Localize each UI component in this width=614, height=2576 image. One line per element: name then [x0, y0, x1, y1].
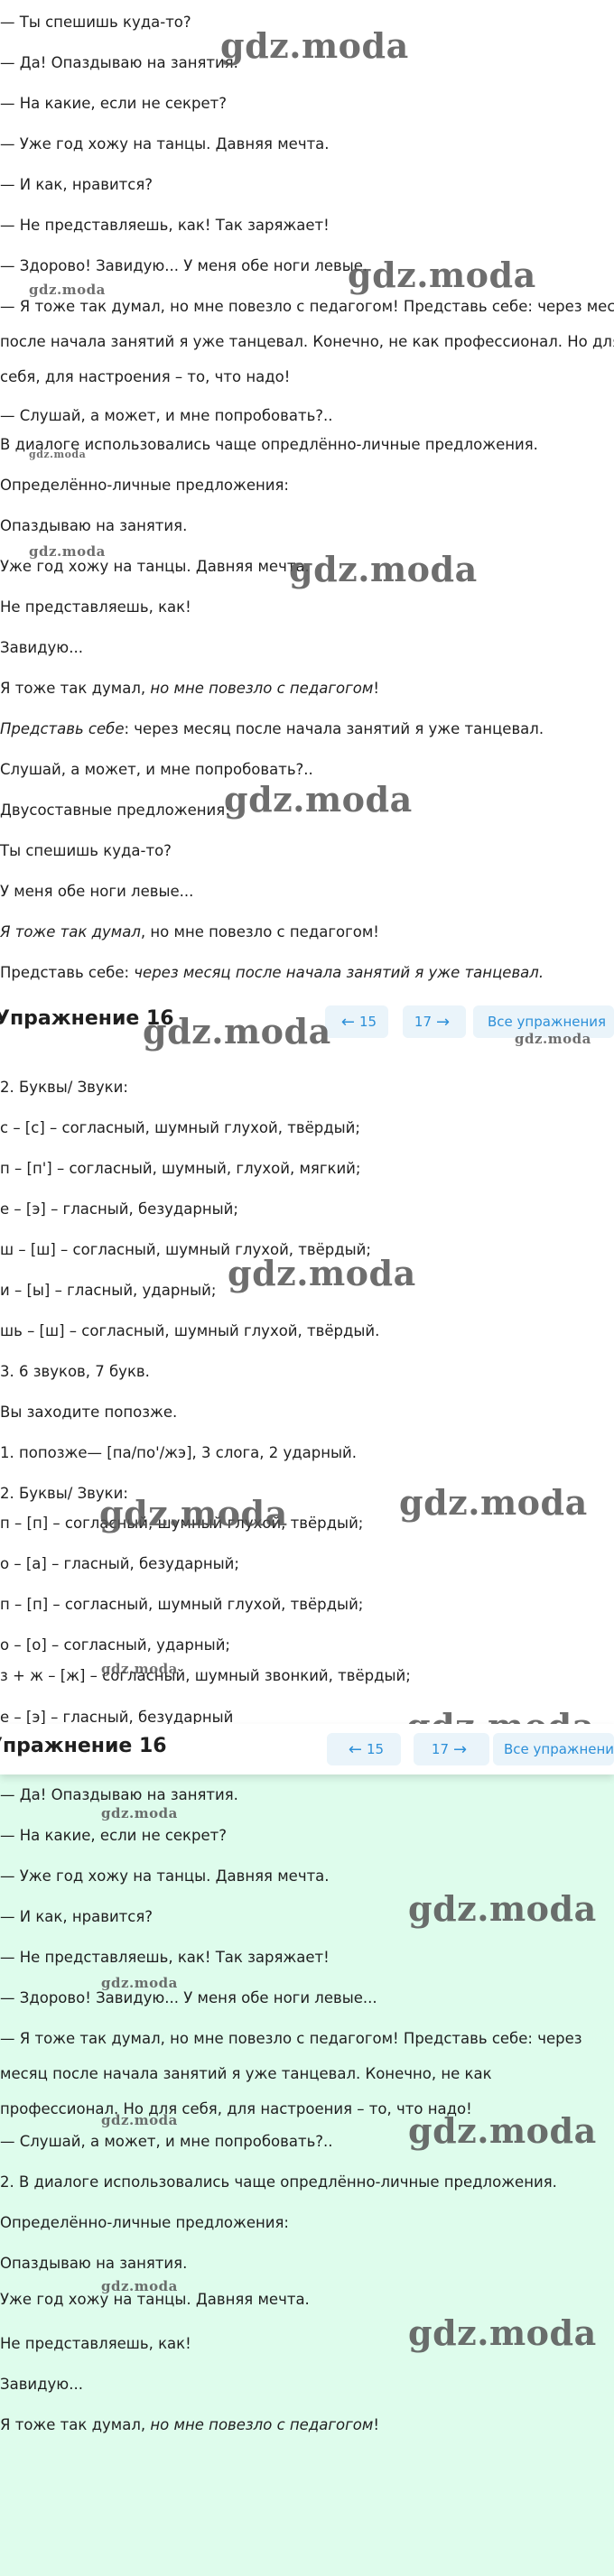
text-line: Представь себе: через месяц после начала… — [0, 964, 544, 981]
text-line: Вы заходите попозже. — [0, 1404, 178, 1421]
text-line: с – [с] – согласный, шумный глухой, твёр… — [0, 1119, 360, 1136]
text-line: себя, для настроения – то, что надо! — [0, 368, 291, 385]
text-line: Я тоже так думал, но мне повезло с педаг… — [0, 923, 379, 941]
text-line: Я тоже так думал, но мне повезло с педаг… — [0, 2416, 379, 2433]
text-line: — Да! Опаздываю на занятия. — [0, 1786, 238, 1803]
text-line: — Не представляешь, как! Так заряжает! — [0, 1949, 330, 1966]
text-line: — И как, нравится? — [0, 1908, 154, 1925]
prev-exercise-label: 15 — [367, 1741, 385, 1757]
prev-exercise-button[interactable]: ← 15 — [327, 1733, 401, 1765]
watermark: gdz.moda — [515, 1031, 591, 1047]
all-exercises-label: Все упражнения — [504, 1741, 614, 1757]
text-line: Представь себе: через месяц после начала… — [0, 720, 544, 737]
text-line: — На какие, если не секрет? — [0, 1827, 228, 1844]
next-exercise-label: 17 — [431, 1741, 449, 1757]
text-line: — Да! Опаздываю на занятия. — [0, 54, 238, 71]
text-line: — На какие, если не секрет? — [0, 95, 228, 112]
text-line: 1. попозже— [па/по'/жэ], 3 слога, 2 удар… — [0, 1444, 358, 1461]
watermark: gdz.moda — [143, 1011, 331, 1052]
watermark: gdz.moda — [101, 1805, 178, 1821]
text-line: 2. В диалоге использовались чаще опредлё… — [0, 2173, 557, 2191]
watermark: gdz.moda — [408, 1888, 597, 1929]
exercise-title: Упражнение 16 — [0, 1735, 167, 1757]
watermark: gdz.moda — [224, 779, 413, 820]
text-line: п – [п] – согласный, шумный глухой, твёр… — [0, 1596, 364, 1613]
text-line: профессионал. Но для себя, для настроени… — [0, 2100, 472, 2117]
watermark: gdz.moda — [408, 2110, 597, 2151]
watermark: gdz.moda — [29, 543, 106, 560]
text-line: после начала занятий я уже танцевал. Кон… — [0, 333, 614, 350]
next-exercise-button[interactable]: 17 → — [403, 1005, 466, 1038]
watermark: gdz.moda — [220, 25, 409, 66]
text-line: — Ты спешишь куда-то? — [0, 14, 191, 31]
text-line: — Я тоже так думал, но мне повезло с пед… — [0, 2030, 582, 2047]
watermark: gdz.moda — [289, 549, 478, 589]
text-line: — Уже год хожу на танцы. Давняя мечта. — [0, 1867, 330, 1885]
text-line: месяц после начала занятий я уже танцева… — [0, 2065, 492, 2082]
arrow-left-icon: ← — [340, 1012, 355, 1032]
solution-section-1: — Ты спешишь куда-то? — Да! Опаздываю на… — [0, 0, 614, 1013]
prev-exercise-button[interactable]: ← 15 — [325, 1005, 388, 1038]
text-line: Я тоже так думал, но мне повезло с педаг… — [0, 680, 379, 697]
text-line: Слушай, а может, и мне попробовать?.. — [0, 761, 313, 778]
text-line: — Здорово! Завидую... У меня обе ноги ле… — [0, 257, 368, 274]
text-line: о – [о] – согласный, ударный; — [0, 1636, 230, 1654]
watermark: gdz.moda — [101, 1661, 178, 1677]
text-line: з + ж – [ж] – согласный, шумный звонкий,… — [0, 1667, 411, 1684]
next-exercise-button[interactable]: 17 → — [414, 1733, 489, 1765]
text-line: Завидую... — [0, 639, 83, 656]
text-line: — И как, нравится? — [0, 176, 154, 193]
watermark: gdz.moda — [101, 2112, 178, 2128]
text-line: Не представляешь, как! — [0, 2335, 191, 2352]
text-line: п – [п'] – согласный, шумный, глухой, мя… — [0, 1160, 361, 1177]
text-line: шь – [ш] – согласный, шумный глухой, твё… — [0, 1322, 380, 1339]
text-line: Завидую... — [0, 2376, 83, 2393]
watermark: gdz.moda — [408, 2312, 597, 2353]
text-line: — Слушай, а может, и мне попробовать?.. — [0, 2133, 333, 2150]
text-line: Уже год хожу на танцы. Давняя мечта. — [0, 558, 310, 575]
text-line: 2. Буквы/ Звуки: — [0, 1079, 128, 1096]
text-line: Не представляешь, как! — [0, 598, 191, 616]
solution-section-2: 2. Буквы/ Звуки: с – [с] – согласный, шу… — [0, 1013, 614, 1733]
watermark: gdz.moda — [99, 1493, 288, 1534]
watermark: gdz.moda — [101, 1975, 178, 1991]
exercise-nav-bar-2: Упражнение 16 ← 15 17 → Все упражнения — [0, 1724, 614, 1774]
text-line: Опаздываю на занятия. — [0, 2255, 188, 2272]
solution-section-3: — Да! Опаздываю на занятия. — На какие, … — [0, 1733, 614, 2576]
all-exercises-button[interactable]: Все упражнения — [493, 1733, 614, 1765]
all-exercises-label: Все упражнения — [488, 1014, 607, 1030]
watermark: gdz.moda — [348, 255, 536, 295]
text-line: У меня обе ноги левые... — [0, 883, 194, 900]
exercise-nav-bar-1: Упражнение 16 ← 15 17 → Все упражнения gdz… — [0, 996, 614, 1052]
watermark: gdz.moda — [29, 449, 87, 460]
text-line: Ты спешишь куда-то? — [0, 842, 172, 859]
text-line: е – [э] – гласный, безударный; — [0, 1200, 238, 1218]
text-line: Двусоставные предложения: — [0, 802, 230, 819]
arrow-left-icon: ← — [348, 1739, 362, 1759]
text-line: Определённо-личные предложения: — [0, 2214, 289, 2231]
arrow-right-icon: → — [436, 1012, 451, 1032]
watermark: gdz.moda — [101, 2278, 178, 2294]
text-line: 3. 6 звуков, 7 букв. — [0, 1363, 150, 1380]
text-line: — Слушай, а может, и мне попробовать?.. — [0, 407, 333, 424]
text-line: — Я тоже так думал, но мне повезло с пед… — [0, 298, 614, 315]
arrow-right-icon: → — [453, 1739, 468, 1759]
prev-exercise-label: 15 — [359, 1014, 377, 1030]
watermark: gdz.moda — [228, 1253, 416, 1293]
text-line: — Уже год хожу на танцы. Давняя мечта. — [0, 135, 330, 153]
text-line: Определённо-личные предложения: — [0, 477, 289, 494]
text-line: Опаздываю на занятия. — [0, 517, 188, 534]
text-line: и – [ы] – гласный, ударный; — [0, 1282, 217, 1299]
text-line: о – [а] – гласный, безударный; — [0, 1555, 239, 1572]
next-exercise-label: 17 — [414, 1014, 432, 1030]
watermark: gdz.moda — [399, 1482, 588, 1523]
text-line: — Здорово! Завидую... У меня обе ноги ле… — [0, 1989, 377, 2006]
watermark: gdz.moda — [29, 282, 106, 298]
text-line: — Не представляешь, как! Так заряжает! — [0, 217, 330, 234]
